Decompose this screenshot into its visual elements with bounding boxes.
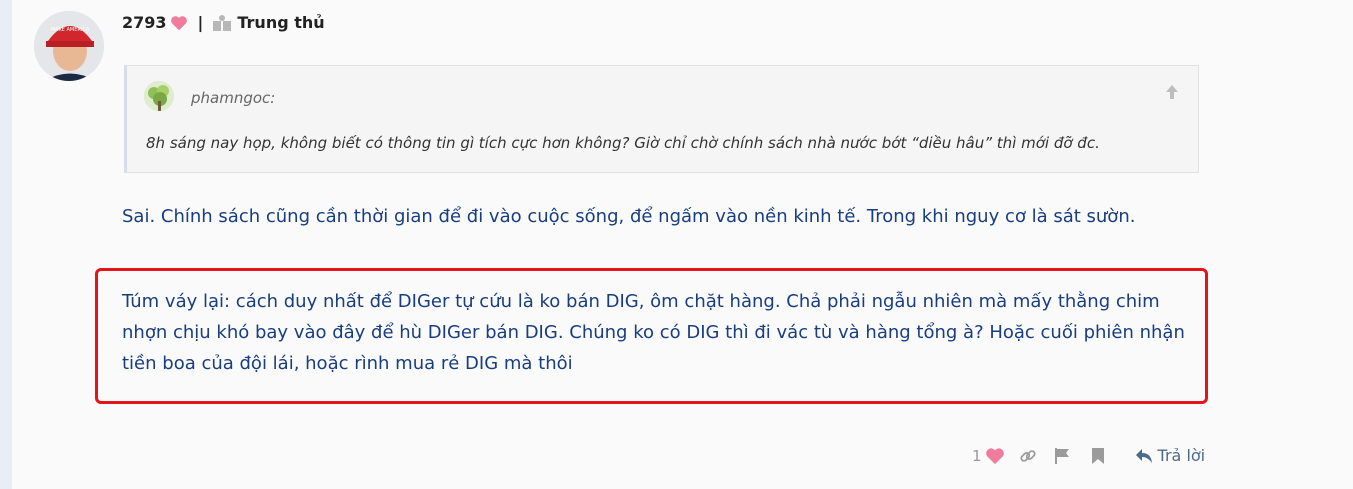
quote-avatar[interactable] xyxy=(144,81,174,111)
reply-icon xyxy=(1135,448,1153,464)
quote-text: 8h sáng nay họp, không biết có thông tin… xyxy=(146,134,1100,152)
post-actions: 1 Trả lời xyxy=(972,446,1205,465)
flag-icon[interactable] xyxy=(1053,447,1071,465)
quote-author[interactable]: phamngoc: xyxy=(191,89,275,107)
user-header: 2793 | Trung thủ xyxy=(122,13,325,32)
link-icon[interactable] xyxy=(1019,447,1037,465)
post-paragraph: Sai. Chính sách cũng cần thời gian để đi… xyxy=(122,206,1136,227)
reply-label: Trả lời xyxy=(1157,446,1206,465)
bookmark-icon[interactable] xyxy=(1091,447,1105,465)
heart-icon[interactable] xyxy=(985,447,1005,465)
user-rank: Trung thủ xyxy=(237,13,325,32)
points-count: 2793 xyxy=(122,13,167,32)
like-count: 1 xyxy=(972,446,982,465)
up-arrow-icon[interactable] xyxy=(1164,84,1180,105)
header-separator: | xyxy=(197,13,204,32)
left-gutter xyxy=(0,0,12,489)
post-paragraph-highlighted: Túm váy lại: cách duy nhất để DIGer tự c… xyxy=(122,291,1185,374)
rank-icon xyxy=(213,14,232,31)
reply-button[interactable]: Trả lời xyxy=(1135,446,1206,465)
quote-block: phamngoc: 8h sáng nay họp, không biết có… xyxy=(124,65,1199,173)
avatar[interactable]: MAKE AMERICA xyxy=(34,11,104,81)
svg-text:MAKE AMERICA: MAKE AMERICA xyxy=(51,27,90,33)
heart-icon xyxy=(170,15,188,31)
